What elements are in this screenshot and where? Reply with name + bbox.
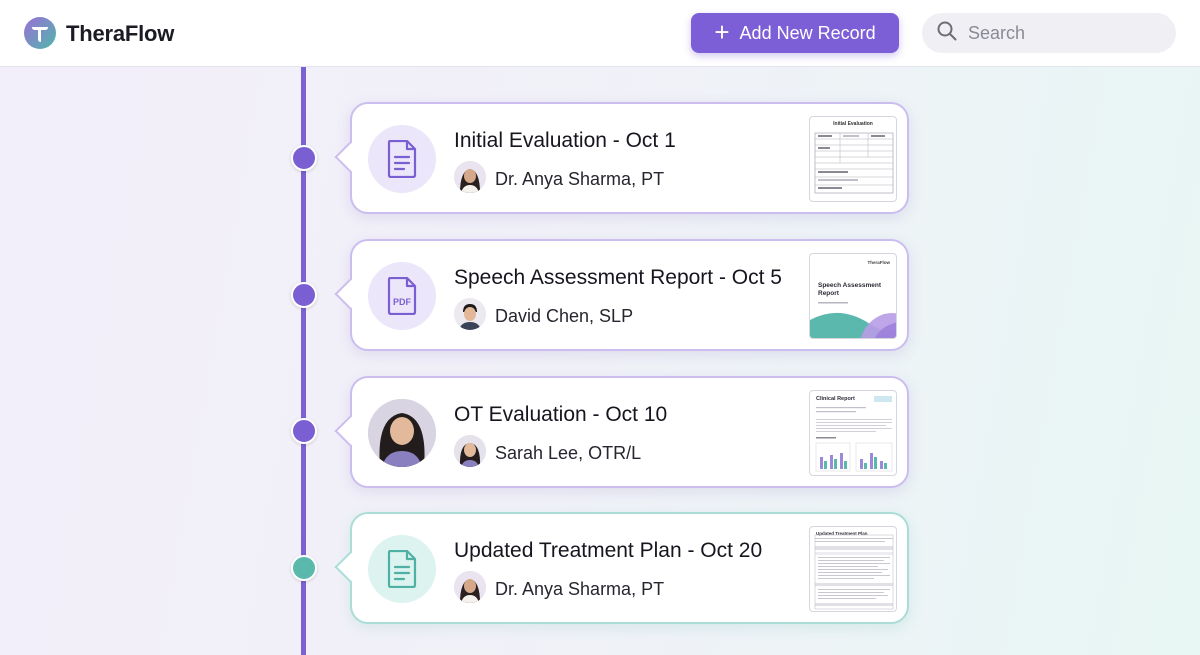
timeline-node-3[interactable] [291, 418, 317, 444]
thumbnail-plan-lines [814, 534, 894, 610]
document-thumbnail[interactable]: Clinical Report [809, 390, 897, 476]
add-new-record-button[interactable]: + Add New Record [691, 13, 899, 53]
author-avatar [454, 571, 486, 603]
author-avatar [454, 161, 486, 193]
card-pointer [334, 415, 366, 447]
thumbnail-wave-art [810, 302, 896, 338]
card-pointer [334, 551, 366, 583]
card-pointer [334, 141, 366, 173]
thumbnail-bar-charts [815, 396, 893, 472]
record-card-speech-assessment[interactable]: PDF Speech Assessment Report - Oct 5 Dav… [334, 239, 909, 351]
author-name: Sarah Lee, OTR/L [495, 443, 642, 463]
patient-photo [368, 399, 436, 467]
timeline-node-1[interactable] [291, 145, 317, 171]
record-title: Initial Evaluation - Oct 1 [454, 129, 676, 152]
document-thumbnail[interactable]: Initial Evaluation [809, 116, 897, 202]
author-avatar [454, 435, 486, 467]
search-icon [936, 20, 958, 47]
timeline-node-4[interactable] [291, 555, 317, 581]
search-input[interactable] [968, 22, 1158, 44]
thumbnail-form-lines [814, 132, 894, 194]
record-card-updated-treatment-plan[interactable]: Updated Treatment Plan - Oct 20 Dr. Anya… [334, 512, 909, 624]
theraflow-logo-icon[interactable] [24, 17, 56, 49]
record-card-ot-evaluation[interactable]: OT Evaluation - Oct 10 Sarah Lee, OTR/L … [334, 376, 909, 488]
add-new-record-label: Add New Record [739, 22, 876, 43]
document-icon [368, 535, 436, 603]
search-box[interactable] [922, 13, 1176, 53]
record-card-initial-evaluation[interactable]: Initial Evaluation - Oct 1 Dr. Anya Shar… [334, 102, 909, 214]
document-thumbnail[interactable]: TheraFlow Speech Assessment Report [809, 253, 897, 339]
record-title: Updated Treatment Plan - Oct 20 [454, 539, 763, 562]
plus-icon: + [714, 17, 730, 47]
author-name: Dr. Anya Sharma, PT [495, 579, 665, 599]
author-avatar [454, 298, 486, 330]
card-pointer [334, 278, 366, 310]
document-thumbnail[interactable]: Updated Treatment Plan [809, 526, 897, 612]
svg-text:PDF: PDF [393, 297, 412, 307]
document-icon [368, 125, 436, 193]
pdf-icon: PDF [368, 262, 436, 330]
author-name: David Chen, SLP [495, 306, 634, 326]
timeline-node-2[interactable] [291, 282, 317, 308]
author-name: Dr. Anya Sharma, PT [495, 169, 665, 189]
brand-name: TheraFlow [66, 21, 175, 46]
record-title: OT Evaluation - Oct 10 [454, 403, 668, 426]
top-header: TheraFlow + Add New Record [0, 0, 1200, 67]
record-title: Speech Assessment Report - Oct 5 [454, 266, 782, 289]
